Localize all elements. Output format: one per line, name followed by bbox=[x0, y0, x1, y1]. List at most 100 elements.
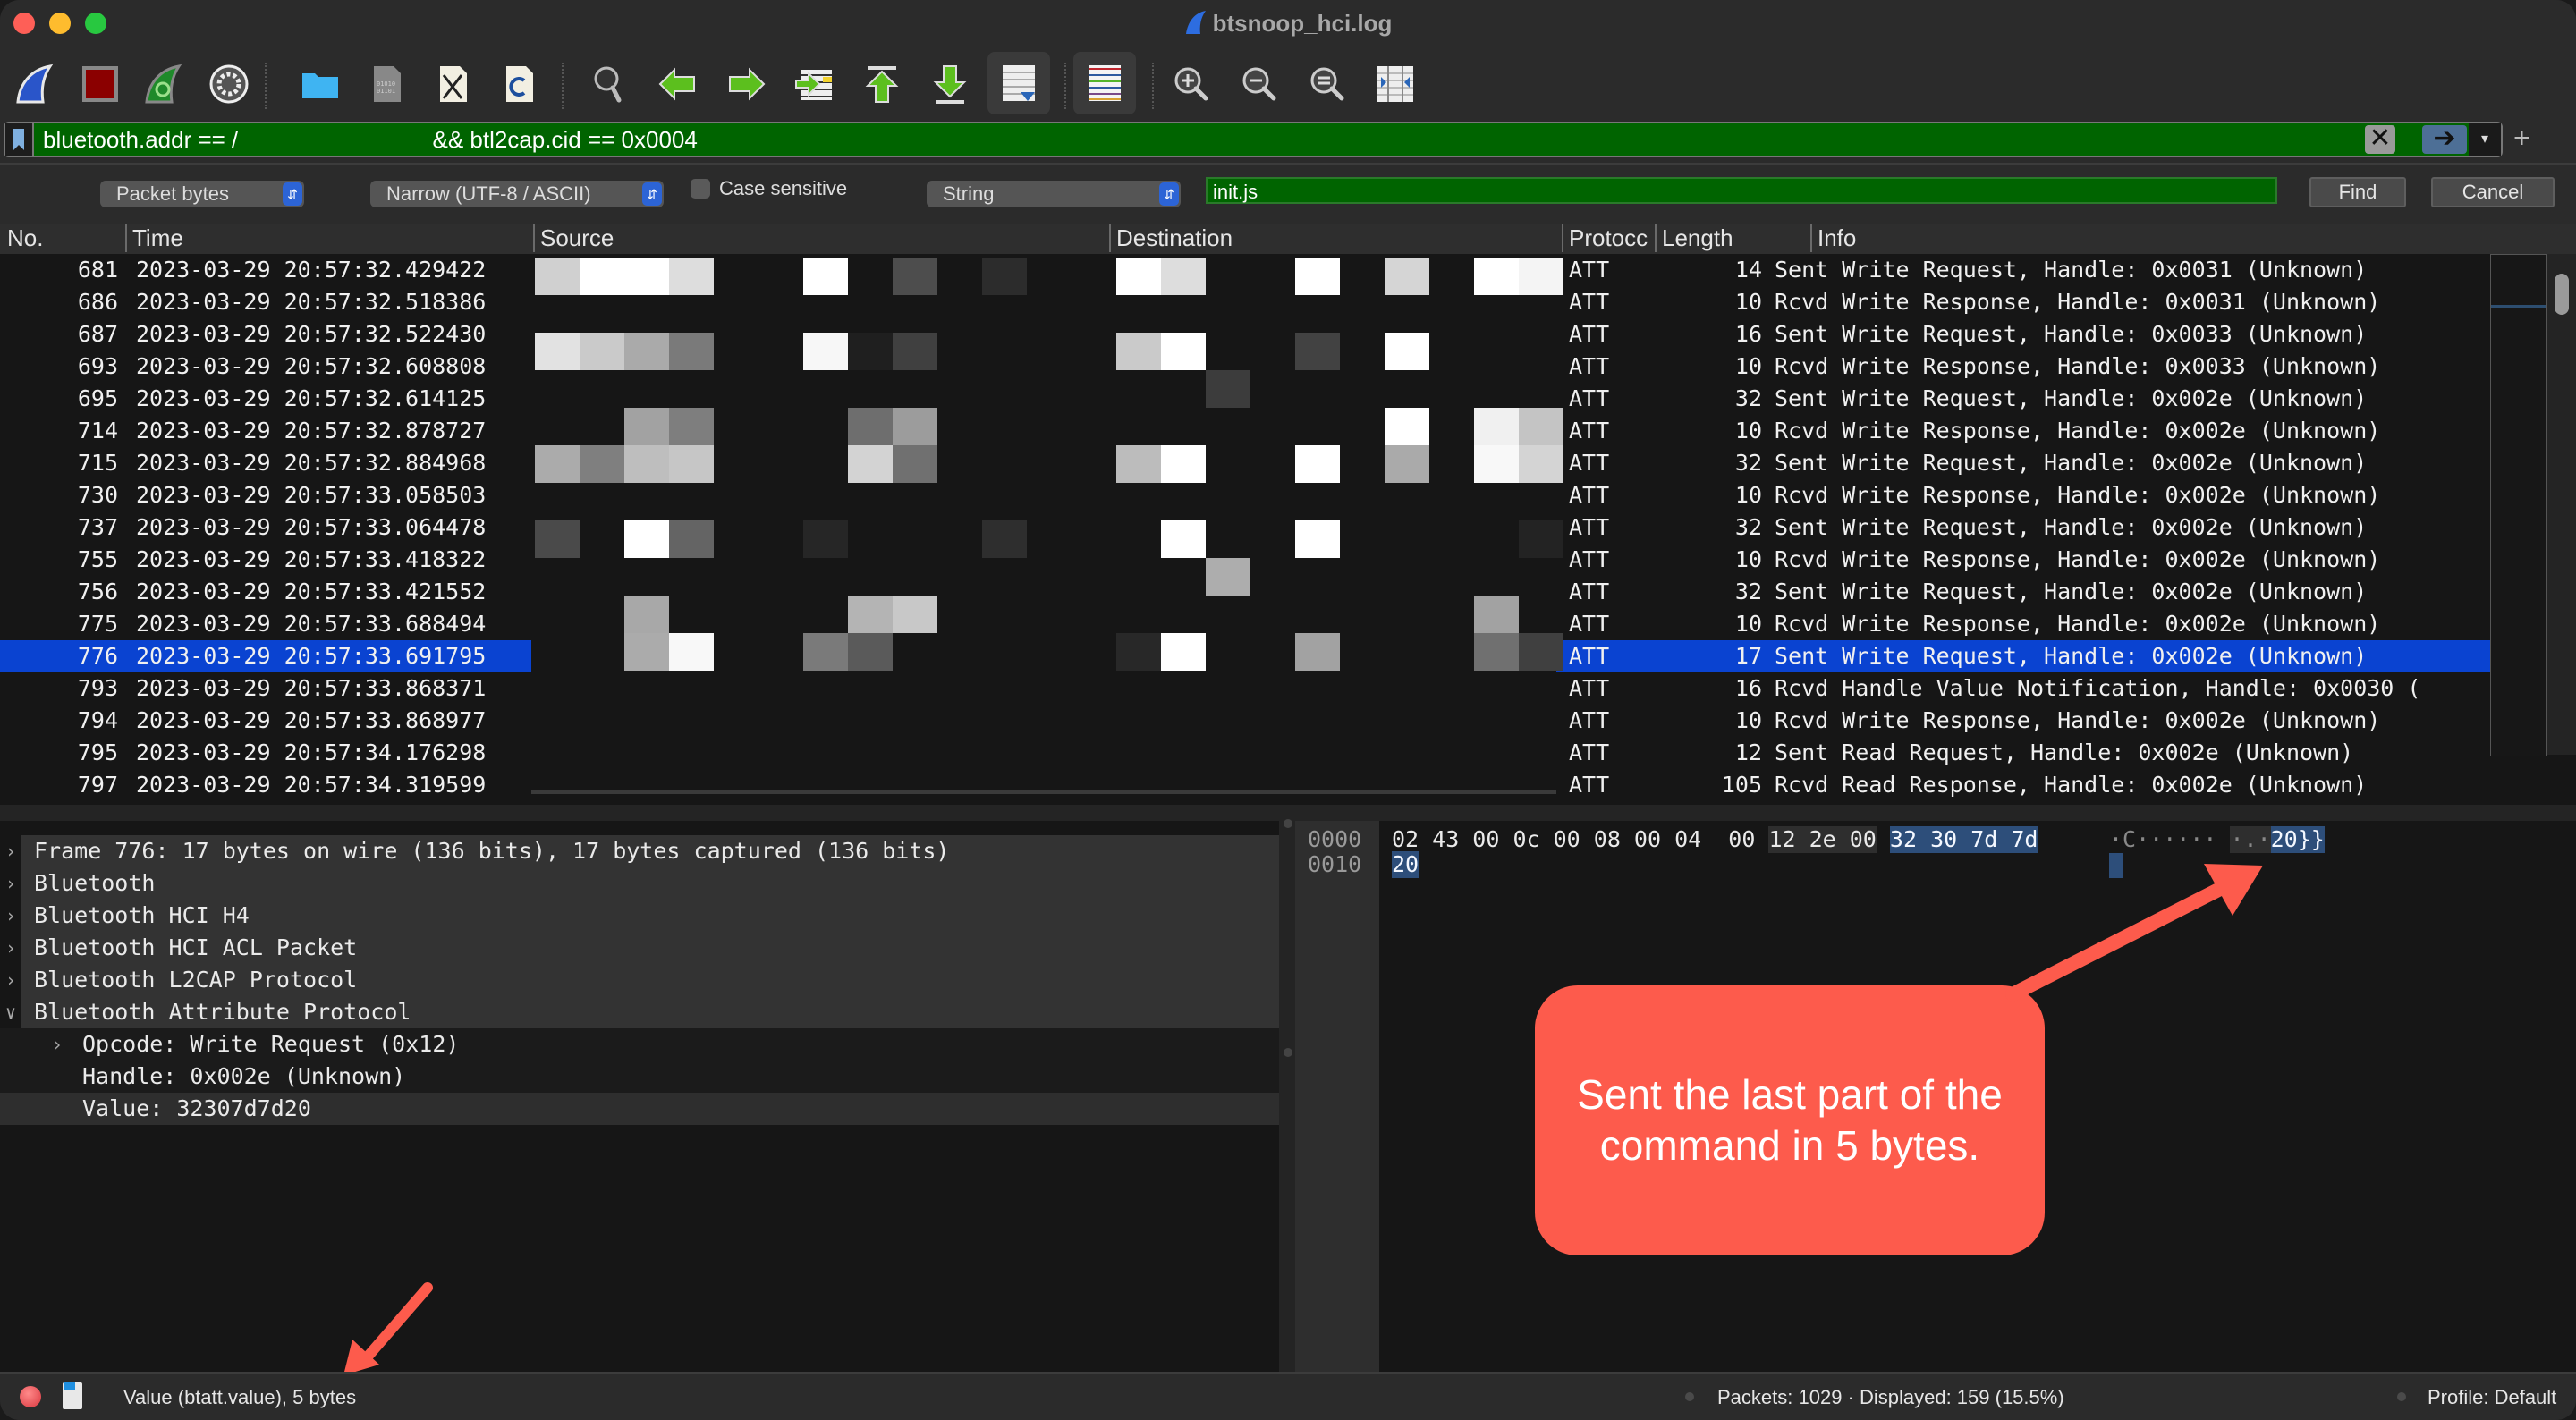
character-width-select[interactable]: Narrow (UTF-8 / ASCII) ⇵ bbox=[370, 181, 664, 207]
column-header-time[interactable]: Time bbox=[125, 224, 183, 252]
reload-file-icon bbox=[506, 66, 533, 102]
tree-item[interactable]: › Bluetooth HCI H4 bbox=[0, 900, 1279, 932]
chevron-right-icon[interactable]: › bbox=[5, 835, 16, 867]
column-header-info[interactable]: Info bbox=[1810, 224, 1856, 252]
tree-item[interactable]: › Opcode: Write Request (0x12) bbox=[0, 1028, 1279, 1061]
go-to-packet-button[interactable] bbox=[789, 59, 839, 109]
redaction-block bbox=[803, 258, 848, 295]
search-type-select[interactable]: String ⇵ bbox=[927, 181, 1181, 207]
redaction-block bbox=[1385, 258, 1429, 295]
zoom-in-icon bbox=[1174, 67, 1208, 101]
display-filter-input[interactable]: bluetooth.addr == / && btl2cap.cid == 0x… bbox=[43, 126, 698, 154]
shark-fin-icon bbox=[16, 63, 54, 104]
hex-line-0000[interactable]: 02 43 00 0c 00 08 00 04 00 12 2e 00 32 3… bbox=[1392, 826, 2038, 853]
packet-time: 2023-03-29 20:57:32.884968 bbox=[136, 450, 487, 476]
chevron-right-icon[interactable]: › bbox=[5, 964, 16, 996]
chevron-down-icon[interactable]: ∨ bbox=[5, 996, 16, 1028]
capture-options-button[interactable] bbox=[204, 59, 254, 109]
field-info-text: Value (btatt.value), 5 bytes bbox=[123, 1386, 357, 1408]
tree-item[interactable]: › Frame 776: 17 bytes on wire (136 bits),… bbox=[0, 835, 1279, 867]
chevron-right-icon[interactable]: › bbox=[5, 867, 16, 900]
updown-chevron-icon: ⇵ bbox=[642, 182, 662, 206]
packet-info: Sent Write Request, Handle: 0x0033 (Unkn… bbox=[1775, 321, 2368, 347]
packet-no: 775 bbox=[77, 611, 118, 637]
find-packet-bar: Packet bytes ⇵ Narrow (UTF-8 / ASCII) ⇵ Ca… bbox=[0, 163, 2576, 225]
redaction-block bbox=[1295, 633, 1340, 671]
filter-history-dropdown[interactable]: ▾ bbox=[2469, 123, 2501, 156]
packet-no: 730 bbox=[77, 482, 118, 508]
colorize-button[interactable] bbox=[1073, 52, 1136, 114]
go-forward-button[interactable] bbox=[721, 59, 771, 109]
offset-0010: 0010 bbox=[1308, 851, 1362, 877]
case-sensitive-checkbox[interactable] bbox=[691, 179, 710, 199]
capture-comment-icon[interactable] bbox=[63, 1382, 82, 1409]
hex-line-0010[interactable]: 20 bbox=[1392, 851, 1419, 878]
scrollbar-thumb[interactable] bbox=[2555, 274, 2569, 315]
annotation-callout: Sent the last part of the command in 5 b… bbox=[1535, 985, 2045, 1255]
column-header-protocol[interactable]: Protocc bbox=[1562, 224, 1648, 252]
hex-bytes-value-selected: 20 bbox=[1392, 851, 1419, 878]
svg-text:01101: 01101 bbox=[377, 88, 395, 95]
packet-info: Rcvd Write Response, Handle: 0x002e (Unk… bbox=[1775, 546, 2381, 572]
apply-filter-button[interactable]: ➔ bbox=[2422, 125, 2467, 154]
redaction-block bbox=[803, 333, 848, 370]
redaction-block bbox=[669, 445, 714, 483]
clear-filter-button[interactable]: ✕ bbox=[2365, 125, 2395, 154]
resize-columns-button[interactable] bbox=[1370, 59, 1420, 109]
cancel-button[interactable]: Cancel bbox=[2431, 177, 2555, 207]
tree-item[interactable]: ∨ Bluetooth Attribute Protocol bbox=[0, 996, 1279, 1028]
redaction-block bbox=[624, 633, 669, 671]
add-filter-button-button[interactable]: + bbox=[2513, 122, 2530, 155]
go-first-button[interactable] bbox=[857, 59, 907, 109]
chevron-right-icon[interactable]: › bbox=[5, 900, 16, 932]
normal-size-button[interactable] bbox=[1302, 59, 1352, 109]
go-back-button[interactable] bbox=[653, 59, 703, 109]
profile-text[interactable]: Profile: Default bbox=[2428, 1386, 2556, 1409]
restart-capture-button[interactable] bbox=[140, 59, 190, 109]
reload-file-button[interactable] bbox=[494, 59, 544, 109]
open-file-button[interactable] bbox=[295, 59, 345, 109]
redaction-block bbox=[535, 445, 580, 483]
redaction-block bbox=[893, 333, 937, 370]
redaction-block bbox=[848, 633, 893, 671]
chevron-right-icon[interactable]: › bbox=[52, 1028, 63, 1061]
save-file-button[interactable]: 01010 01101 bbox=[361, 59, 411, 109]
auto-scroll-icon bbox=[1003, 65, 1035, 101]
packet-minimap[interactable] bbox=[2490, 254, 2547, 756]
packet-list-hscrollbar[interactable] bbox=[531, 790, 1556, 794]
stop-capture-button[interactable] bbox=[75, 59, 125, 109]
zoom-reset-icon bbox=[1310, 67, 1344, 101]
packet-no: 695 bbox=[77, 385, 118, 411]
tree-item-selected[interactable]: Value: 32307d7d20 bbox=[0, 1093, 1279, 1125]
search-in-select[interactable]: Packet bytes ⇵ bbox=[100, 181, 304, 207]
packet-info: Sent Write Request, Handle: 0x002e (Unkn… bbox=[1775, 514, 2368, 540]
auto-scroll-button[interactable] bbox=[987, 52, 1050, 114]
zoom-in-button[interactable] bbox=[1166, 59, 1216, 109]
zoom-out-button[interactable] bbox=[1234, 59, 1284, 109]
packet-counts-text: Packets: 1029 · Displayed: 159 (15.5%) bbox=[1717, 1386, 2064, 1408]
details-bytes-splitter[interactable] bbox=[1279, 819, 1295, 1372]
find-query-input[interactable]: init.js bbox=[1206, 177, 2277, 204]
redaction-block bbox=[1116, 333, 1161, 370]
find-packet-button[interactable] bbox=[585, 59, 635, 109]
column-header-source[interactable]: Source bbox=[533, 224, 614, 252]
packet-list-scrollbar[interactable] bbox=[2547, 254, 2576, 755]
find-button[interactable]: Find bbox=[2309, 177, 2406, 207]
tree-item[interactable]: Handle: 0x002e (Unknown) bbox=[0, 1061, 1279, 1093]
tree-item[interactable]: › Bluetooth L2CAP Protocol bbox=[0, 964, 1279, 996]
tree-item[interactable]: › Bluetooth HCI ACL Packet bbox=[0, 932, 1279, 964]
filter-bookmark-button[interactable] bbox=[5, 123, 34, 156]
column-header-destination[interactable]: Destination bbox=[1109, 224, 1233, 252]
go-last-button[interactable] bbox=[925, 59, 975, 109]
chevron-right-icon[interactable]: › bbox=[5, 932, 16, 964]
close-file-button[interactable] bbox=[428, 59, 478, 109]
byte-offsets: 0000 0010 bbox=[1295, 821, 1379, 1372]
packet-info: Rcvd Write Response, Handle: 0x0033 (Unk… bbox=[1775, 353, 2381, 379]
ascii-line-0000[interactable]: ·C······ ·.·20}} bbox=[2109, 826, 2325, 853]
start-capture-button[interactable] bbox=[11, 59, 61, 109]
tree-item[interactable]: › Bluetooth bbox=[0, 867, 1279, 900]
column-header-length[interactable]: Length bbox=[1655, 224, 1733, 252]
expert-info-indicator-icon[interactable] bbox=[20, 1386, 41, 1407]
column-header-no[interactable]: No. bbox=[0, 224, 43, 252]
packet-protocol: ATT bbox=[1569, 450, 1610, 476]
